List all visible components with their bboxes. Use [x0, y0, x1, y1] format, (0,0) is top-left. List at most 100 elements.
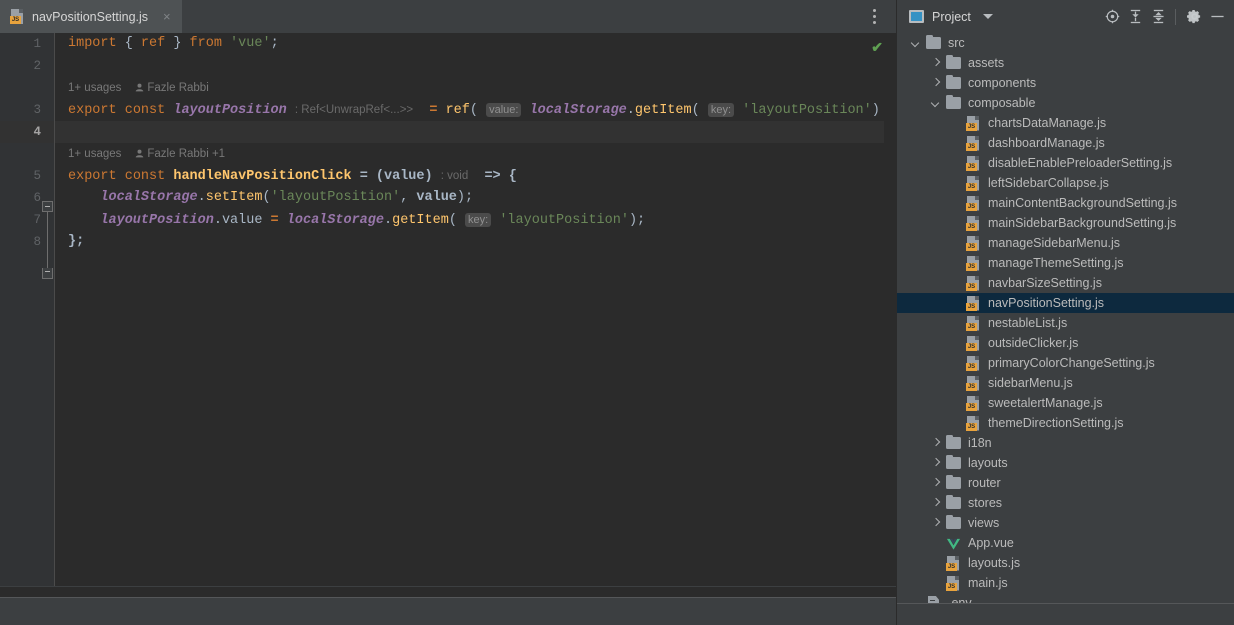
- type-hint-void: : void: [441, 170, 469, 182]
- fn-ref: ref: [446, 103, 470, 118]
- dot: .: [384, 213, 392, 228]
- chevron-down-icon[interactable]: [931, 98, 942, 109]
- tree-indent-spacer: [951, 158, 962, 169]
- collapse-all-icon[interactable]: [1147, 6, 1169, 28]
- tree-item-chartsdatamanage-js[interactable]: JSchartsDataManage.js: [897, 113, 1234, 133]
- tree-indent-spacer: [951, 358, 962, 369]
- toolbar-divider: [1175, 9, 1176, 25]
- chevron-right-icon[interactable]: [931, 58, 942, 69]
- editor-gutter[interactable]: 1 2 3 4 5 6 7 8: [0, 33, 55, 586]
- tree-item-label: navbarSizeSetting.js: [988, 276, 1102, 290]
- tree-item-navpositionsetting-js[interactable]: JSnavPositionSetting.js: [897, 293, 1234, 313]
- project-title: Project: [932, 10, 971, 24]
- editor-horizontal-scrollbar[interactable]: [0, 586, 896, 597]
- line-number-current: 4: [0, 121, 54, 143]
- tree-item-sidebarmenu-js[interactable]: JSsidebarMenu.js: [897, 373, 1234, 393]
- tree-item-assets[interactable]: assets: [897, 53, 1234, 73]
- line-number: 2: [0, 55, 54, 77]
- tree-item-nestablelist-js[interactable]: JSnestableList.js: [897, 313, 1234, 333]
- editor-tab-navpositionsetting[interactable]: JS navPositionSetting.js ×: [0, 0, 182, 33]
- tree-item-managethemesetting-js[interactable]: JSmanageThemeSetting.js: [897, 253, 1234, 273]
- tree-indent-spacer: [951, 398, 962, 409]
- chevron-down-icon[interactable]: [911, 38, 922, 49]
- tree-item-app-vue[interactable]: App.vue: [897, 533, 1234, 553]
- chevron-down-icon[interactable]: [983, 14, 993, 19]
- author-icon: [135, 144, 144, 166]
- param-hint-value: value:: [486, 103, 521, 117]
- inspection-ok-icon[interactable]: ✔: [871, 39, 883, 56]
- dot: .: [214, 213, 222, 228]
- folder-icon: [946, 497, 961, 509]
- tree-item-layouts-js[interactable]: JSlayouts.js: [897, 553, 1234, 573]
- kw-import: import: [68, 36, 117, 51]
- tree-item-label: nestableList.js: [988, 316, 1067, 330]
- editor-options-icon[interactable]: [866, 0, 882, 33]
- tree-item-disableenablepreloadersetting-js[interactable]: JSdisableEnablePreloaderSetting.js: [897, 153, 1234, 173]
- tree-item-label: outsideClicker.js: [988, 336, 1078, 350]
- project-tool-window: Project: [896, 0, 1234, 625]
- equals-paren: = (: [360, 169, 384, 184]
- tree-item-layouts[interactable]: layouts: [897, 453, 1234, 473]
- locate-icon[interactable]: [1101, 6, 1123, 28]
- tree-item-label: layouts: [968, 456, 1008, 470]
- tree-item-primarycolorchangesetting-js[interactable]: JSprimaryColorChangeSetting.js: [897, 353, 1234, 373]
- tree-item-components[interactable]: components: [897, 73, 1234, 93]
- js-file-icon: JS: [966, 116, 981, 131]
- obj-localstorage: localStorage: [287, 213, 384, 228]
- close-icon[interactable]: ×: [161, 10, 173, 23]
- editor-scrollbar[interactable]: [884, 33, 896, 586]
- expand-all-icon[interactable]: [1124, 6, 1146, 28]
- ref-binding: ref: [141, 36, 165, 51]
- js-file-icon: JS: [966, 276, 981, 291]
- tree-item-maincontentbackgroundsetting-js[interactable]: JSmainContentBackgroundSetting.js: [897, 193, 1234, 213]
- tree-indent-spacer: [931, 558, 942, 569]
- tree-item-managesidebarmenu-js[interactable]: JSmanageSidebarMenu.js: [897, 233, 1234, 253]
- js-file-icon: JS: [946, 556, 961, 571]
- tree-item-composable[interactable]: composable: [897, 93, 1234, 113]
- string-layoutposition: 'layoutPosition': [499, 213, 629, 228]
- tree-item-label: App.vue: [968, 536, 1014, 550]
- code-fold-end-icon[interactable]: [42, 268, 53, 279]
- tree-indent-spacer: [951, 378, 962, 389]
- chevron-right-icon[interactable]: [931, 498, 942, 509]
- brace-open: {: [117, 36, 141, 51]
- chevron-right-icon[interactable]: [931, 518, 942, 529]
- tree-item-leftsidebarcollapse-js[interactable]: JSleftSidebarCollapse.js: [897, 173, 1234, 193]
- chevron-right-icon[interactable]: [931, 438, 942, 449]
- tree-item-themedirectionsetting-js[interactable]: JSthemeDirectionSetting.js: [897, 413, 1234, 433]
- tree-item-label: i18n: [968, 436, 992, 450]
- minimize-icon[interactable]: [1206, 6, 1228, 28]
- tree-item-main-js[interactable]: JSmain.js: [897, 573, 1234, 593]
- tree-item-outsideclicker-js[interactable]: JSoutsideClicker.js: [897, 333, 1234, 353]
- chevron-right-icon[interactable]: [931, 458, 942, 469]
- tree-item-src[interactable]: src: [897, 33, 1234, 53]
- code-line-3: export const layoutPosition : Ref<Unwrap…: [55, 99, 896, 121]
- code-fold-open-icon[interactable]: [42, 201, 53, 212]
- tree-item-router[interactable]: router: [897, 473, 1234, 493]
- equals: =: [262, 213, 286, 228]
- chevron-right-icon[interactable]: [931, 478, 942, 489]
- js-file-icon: JS: [946, 576, 961, 591]
- folder-icon: [946, 97, 961, 109]
- code-editor-text[interactable]: import { ref } from 'vue'; 1+ usages Faz…: [55, 33, 896, 586]
- tree-item-navbarsizesetting-js[interactable]: JS navbarSizeSetting.js: [897, 273, 1234, 293]
- inlay-usages-hint-1[interactable]: 1+ usages Fazle Rabbi: [55, 77, 896, 99]
- tree-item-label: sidebarMenu.js: [988, 376, 1073, 390]
- inlay-usages-hint-2[interactable]: 1+ usages Fazle Rabbi +1: [55, 143, 896, 165]
- tree-item-label: .env: [948, 596, 972, 603]
- obj-localstorage: localStorage: [100, 190, 197, 205]
- chevron-right-icon[interactable]: [931, 78, 942, 89]
- brace-close: }: [165, 36, 189, 51]
- tree-indent-spacer: [951, 258, 962, 269]
- tree-item-mainsidebarbackgroundsetting-js[interactable]: JSmainSidebarBackgroundSetting.js: [897, 213, 1234, 233]
- tree-item-views[interactable]: views: [897, 513, 1234, 533]
- project-file-tree[interactable]: srcassetscomponentscomposableJSchartsDat…: [897, 33, 1234, 603]
- tree-item-env[interactable]: .env: [897, 593, 1234, 603]
- settings-gear-icon[interactable]: [1183, 6, 1205, 28]
- tree-item-i18n[interactable]: i18n: [897, 433, 1234, 453]
- tree-item-label: stores: [968, 496, 1002, 510]
- tree-item-sweetalertmanage-js[interactable]: JSsweetalertManage.js: [897, 393, 1234, 413]
- fn-handlenavpositionclick: handleNavPositionClick: [173, 169, 351, 184]
- tree-item-stores[interactable]: stores: [897, 493, 1234, 513]
- tree-item-dashboardmanage-js[interactable]: JSdashboardManage.js: [897, 133, 1234, 153]
